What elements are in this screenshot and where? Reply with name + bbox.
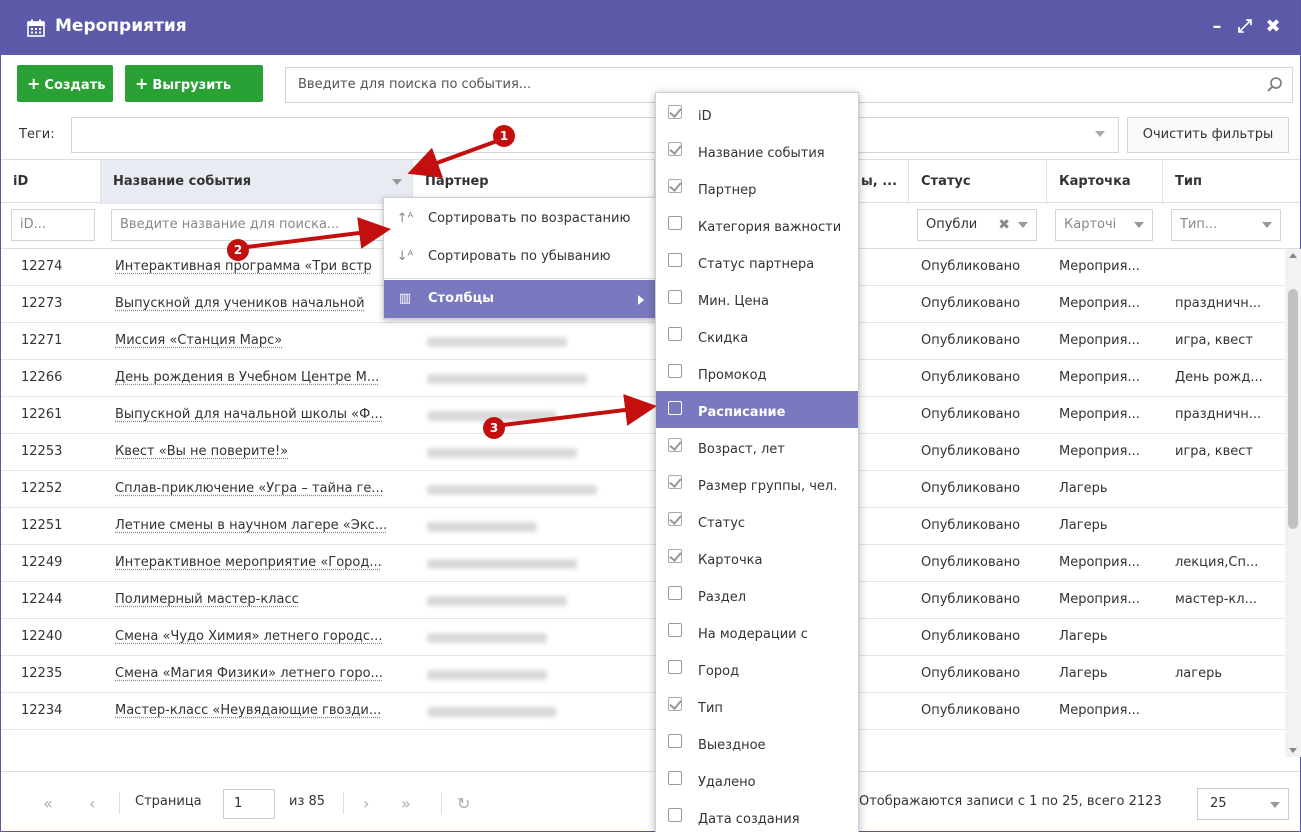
annotation-arrows	[1, 1, 1301, 832]
annotation-arrow-3	[503, 407, 649, 425]
annotation-arrow-2	[247, 230, 383, 247]
annotation-badge-3: 3	[483, 417, 505, 439]
annotation-arrow-1	[415, 141, 497, 171]
annotation-badge-1: 1	[493, 125, 515, 147]
events-window: Мероприятия – ⤢ ✖ + Создать + Выгрузить cs…	[0, 0, 1301, 832]
annotation-badge-2: 2	[227, 239, 249, 261]
